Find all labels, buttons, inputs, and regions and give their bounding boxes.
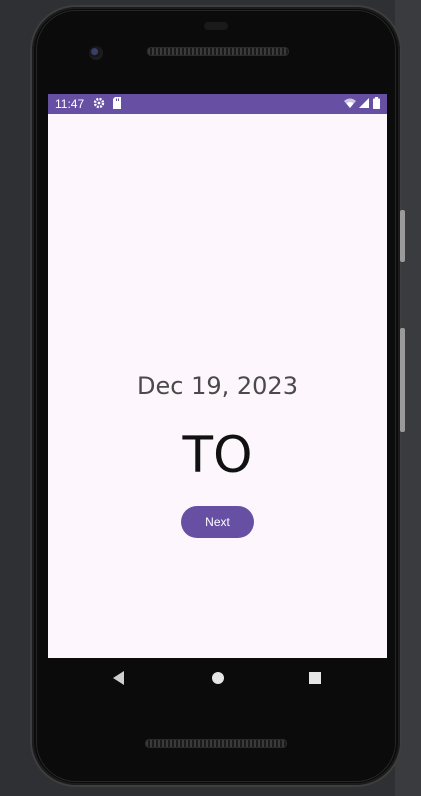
home-icon[interactable] [212, 672, 224, 684]
volume-button[interactable] [400, 210, 405, 262]
bottom-speaker-grille [145, 739, 287, 748]
recents-icon[interactable] [309, 672, 321, 684]
sd-card-icon [112, 97, 122, 112]
next-button[interactable]: Next [181, 506, 254, 538]
status-bar: 11:47 [48, 94, 387, 114]
status-time: 11:47 [55, 97, 85, 111]
signal-icon [358, 97, 369, 112]
front-camera-icon [89, 46, 103, 60]
top-speaker-grille [147, 47, 289, 56]
battery-icon [373, 97, 380, 112]
navigation-bar [48, 658, 387, 698]
device-screen: 11:47 Dec 19, 2023 TO Next [48, 94, 387, 658]
power-button[interactable] [400, 328, 405, 432]
word-display: TO [182, 426, 253, 484]
wifi-icon [344, 97, 356, 112]
back-icon[interactable] [113, 671, 124, 685]
gear-icon [93, 97, 105, 112]
earpiece-slot [204, 22, 228, 30]
emulator-window: 11:47 Dec 19, 2023 TO Next [0, 0, 421, 796]
date-label: Dec 19, 2023 [137, 372, 298, 400]
